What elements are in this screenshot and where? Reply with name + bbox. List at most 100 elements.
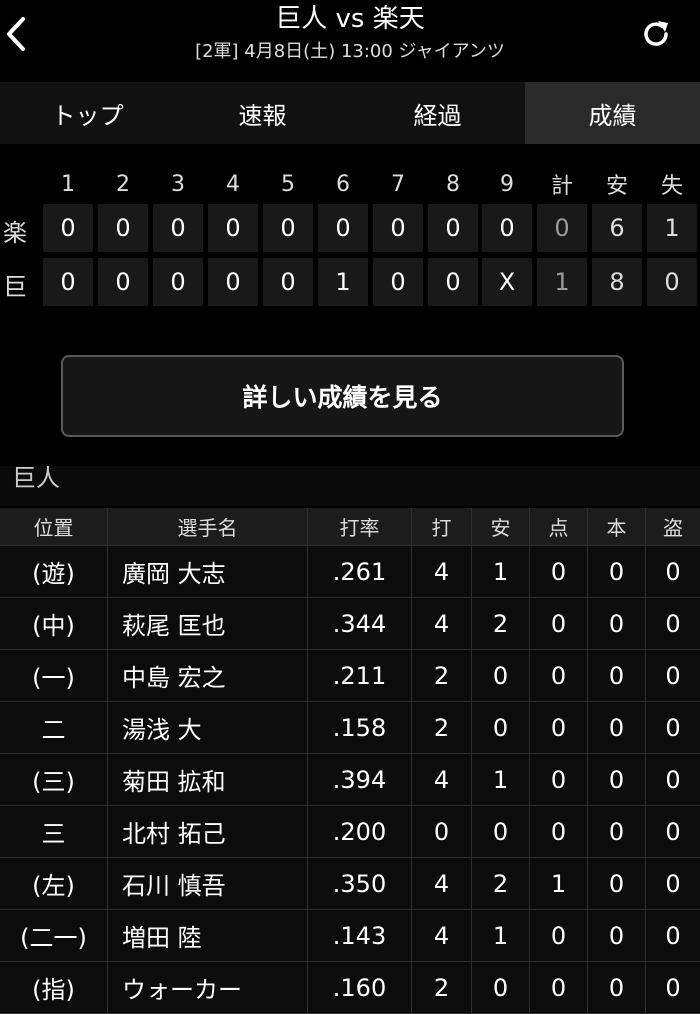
hits-header: 安 (472, 508, 530, 546)
hits: 1 (472, 546, 530, 598)
at-bats: 4 (412, 754, 472, 806)
stolen-bases: 0 (646, 962, 700, 1014)
inning-9-header: 9 (500, 171, 514, 197)
home-runs: 0 (588, 806, 646, 858)
player-name[interactable]: 中島 宏之 (108, 650, 308, 702)
total-runs: 1 (537, 258, 587, 306)
rbi: 0 (530, 702, 588, 754)
inning-7-score: 0 (373, 204, 423, 252)
inning-5-score: 0 (263, 258, 313, 306)
inning-1-score: 0 (43, 258, 93, 306)
position: (遊) (0, 546, 108, 598)
tab-top[interactable]: トップ (0, 82, 175, 144)
player-row[interactable]: 二湯浅 大 .158 2 0 0 0 0 (0, 702, 700, 754)
inning-8-score: 0 (428, 258, 478, 306)
stolen-bases-header: 盗 (646, 508, 700, 546)
inning-9-score: 0 (482, 204, 532, 252)
rbi: 1 (530, 858, 588, 910)
home-runs: 0 (588, 754, 646, 806)
player-name[interactable]: 湯浅 大 (108, 702, 308, 754)
player-name[interactable]: 石川 慎吾 (108, 858, 308, 910)
rbi: 0 (530, 806, 588, 858)
at-bats: 2 (412, 962, 472, 1014)
batting-average: .261 (308, 546, 412, 598)
rbi: 0 (530, 650, 588, 702)
player-name-header: 選手名 (108, 508, 308, 546)
hits: 2 (472, 858, 530, 910)
inning-3-score: 0 (153, 258, 203, 306)
inning-2-score: 0 (98, 204, 148, 252)
home-runs: 0 (588, 546, 646, 598)
player-row[interactable]: (左) 石川 慎吾 .350 4 2 1 0 0 (0, 858, 700, 910)
home-runs: 0 (588, 858, 646, 910)
hits: 1 (472, 910, 530, 962)
scoreboard-row-home: 巨00000100X180 (0, 258, 700, 310)
at-bats: 4 (412, 858, 472, 910)
position: (三) (0, 754, 108, 806)
player-name[interactable]: 廣岡 大志 (108, 546, 308, 598)
inning-3-header: 3 (171, 171, 185, 197)
inning-6-score: 0 (318, 204, 368, 252)
inning-8-header: 8 (446, 171, 460, 197)
team-section-header: 巨人 (0, 466, 700, 506)
rbi-header: 点 (530, 508, 588, 546)
inning-8-score: 0 (428, 204, 478, 252)
hits: 1 (472, 754, 530, 806)
inning-4-score: 0 (208, 204, 258, 252)
tab-progress[interactable]: 経過 (350, 82, 525, 144)
inning-5-score: 0 (263, 204, 313, 252)
player-row[interactable]: (中) 萩尾 匡也 .344 4 2 0 0 0 (0, 598, 700, 650)
inning-9-score: X (482, 258, 532, 306)
player-name[interactable]: 菊田 拡和 (108, 754, 308, 806)
inning-4-score: 0 (208, 258, 258, 306)
stolen-bases: 0 (646, 598, 700, 650)
position: 三 (0, 806, 108, 858)
hits: 0 (472, 962, 530, 1014)
team-section-title: 巨人 (12, 466, 60, 492)
inning-5-header: 5 (281, 171, 295, 197)
inning-7-score: 0 (373, 258, 423, 306)
rbi: 0 (530, 598, 588, 650)
player-row[interactable]: (遊) 廣岡 大志 .261 4 1 0 0 0 (0, 546, 700, 598)
player-row[interactable]: (一) 中島 宏之 .211 2 0 0 0 0 (0, 650, 700, 702)
player-name[interactable]: ウォーカー (108, 962, 308, 1014)
hits: 2 (472, 598, 530, 650)
refresh-button[interactable] (638, 16, 674, 52)
player-name[interactable]: 増田 陸 (108, 910, 308, 962)
hits: 0 (472, 650, 530, 702)
hits: 0 (472, 702, 530, 754)
player-row[interactable]: 三北村 拓己 .200 0 0 0 0 0 (0, 806, 700, 858)
inning-4-header: 4 (226, 171, 240, 197)
player-name[interactable]: 北村 拓己 (108, 806, 308, 858)
hits: 0 (472, 806, 530, 858)
page-title: 巨人 vs 楽天 (275, 4, 425, 34)
player-row[interactable]: (二一) 増田 陸 .143 4 1 0 0 0 (0, 910, 700, 962)
position: (左) (0, 858, 108, 910)
rbi: 0 (530, 962, 588, 1014)
view-detailed-stats-button[interactable]: 詳しい成績を見る (61, 355, 624, 437)
tab-stats[interactable]: 成績 (525, 82, 700, 144)
batting-average: .158 (308, 702, 412, 754)
game-info: [2軍] 4月8日(土) 13:00 ジャイアンツ (195, 41, 505, 62)
stolen-bases: 0 (646, 806, 700, 858)
home-runs: 0 (588, 962, 646, 1014)
at-bats: 2 (412, 702, 472, 754)
position: (一) (0, 650, 108, 702)
position: (指) (0, 962, 108, 1014)
player-row[interactable]: (三) 菊田 拡和 .394 4 1 0 0 0 (0, 754, 700, 806)
home-runs: 0 (588, 910, 646, 962)
inning-6-score: 1 (318, 258, 368, 306)
stolen-bases: 0 (646, 650, 700, 702)
stolen-bases: 0 (646, 910, 700, 962)
inning-2-score: 0 (98, 258, 148, 306)
stats-header-row: 位置 選手名 打率打安点本盗 (0, 508, 700, 546)
home-runs: 0 (588, 702, 646, 754)
app-header: 巨人 vs 楽天 [2軍] 4月8日(土) 13:00 ジャイアンツ (0, 0, 700, 76)
inning-1-header: 1 (61, 171, 75, 197)
home-runs-header: 本 (588, 508, 646, 546)
player-name[interactable]: 萩尾 匡也 (108, 598, 308, 650)
rbi: 0 (530, 910, 588, 962)
batting-average: .160 (308, 962, 412, 1014)
player-row[interactable]: (指) ウォーカー .160 2 0 0 0 0 (0, 962, 700, 1014)
tab-live[interactable]: 速報 (175, 82, 350, 144)
